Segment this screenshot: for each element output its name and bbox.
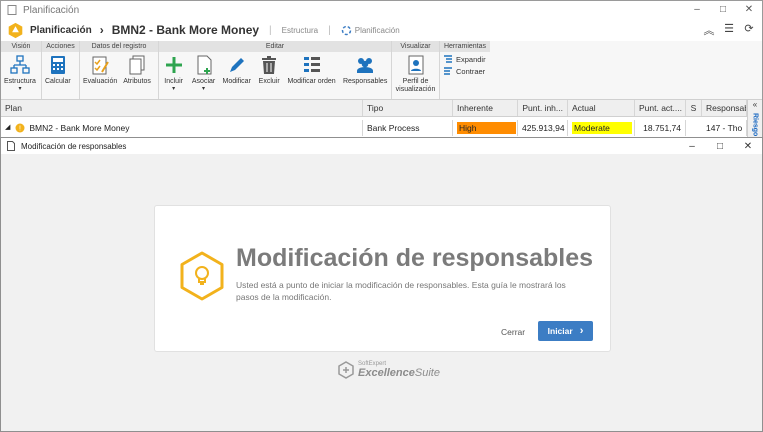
collapse-up-icon[interactable]: ︽ (702, 22, 716, 38)
softexpert-logo-icon (338, 361, 354, 379)
planning-link-icon (341, 25, 351, 35)
app-icon (7, 5, 17, 15)
col-punt-act[interactable]: Punt. act.... (635, 100, 686, 116)
close-window-button[interactable]: ✕ (736, 1, 762, 19)
risk-badge-moderate: Moderate (572, 122, 632, 134)
estructura-button[interactable]: Estructura ▾ (1, 54, 39, 92)
window-titlebar: Planificación – □ ✕ (1, 1, 762, 19)
grid-header: Plan Tipo Inherente Punt. inh... Actual … (1, 100, 747, 117)
cell-tipo: Bank Process (363, 120, 453, 136)
col-responsable[interactable]: Responsab (702, 100, 747, 116)
col-s[interactable]: S (686, 100, 702, 116)
side-panel-label: Riesgo (751, 113, 759, 137)
calculator-icon (50, 56, 65, 74)
link-planificacion[interactable]: Planificación (355, 26, 400, 35)
cell-responsable: 147 - Tho (702, 120, 747, 136)
reorder-icon (303, 57, 320, 72)
expandir-button[interactable]: Expandir (443, 54, 487, 64)
ribbon-group-herramientas: Herramientas Expandir Contraer (440, 41, 490, 99)
col-punt-inh[interactable]: Punt. inh... (518, 100, 568, 116)
plan-name: BMN2 - Bank More Money (29, 123, 130, 133)
col-tipo[interactable]: Tipo (363, 100, 453, 116)
contraer-button[interactable]: Contraer (443, 66, 487, 76)
wizard-title: Modificación de responsables (236, 244, 594, 272)
iniciar-button[interactable]: Iniciar › (538, 321, 593, 341)
window-title: Planificación (23, 4, 80, 16)
ribbon-toolbar: Visión Estructura ▾ Acciones Calcular Da… (1, 41, 762, 100)
document-icon (7, 141, 15, 151)
chevron-right-icon: › (579, 325, 584, 337)
responsables-button[interactable]: Responsables (340, 54, 390, 86)
perfil-visualizacion-button[interactable]: Perfil de visualización (391, 54, 441, 94)
modificar-button[interactable]: Modificar (220, 54, 254, 86)
col-inherente[interactable]: Inherente (453, 100, 518, 116)
asociar-button[interactable]: Asociar ▾ (189, 54, 218, 92)
maximize-button[interactable]: □ (710, 1, 736, 19)
refresh-icon[interactable]: ⟳ (742, 22, 756, 38)
side-panel-collapse-icon[interactable]: « (748, 100, 762, 109)
softexpert-logo: SoftExpert ExcellenceSuite (337, 361, 440, 379)
record-title: BMN2 - Bank More Money (111, 23, 260, 37)
header-bar: Planificación › BMN2 - Bank More Money |… (1, 19, 762, 41)
link-estructura[interactable]: Estructura (282, 26, 318, 35)
tree-expand-icon[interactable]: ◢ (5, 120, 10, 136)
side-panel-tab[interactable]: « Riesgo (747, 100, 762, 140)
trash-icon (262, 56, 277, 74)
ribbon-group-visualizar: Visualizar Perfil de visualización (392, 41, 440, 99)
atributos-button[interactable]: Atributos (120, 54, 154, 86)
modal-maximize-button[interactable]: □ (706, 141, 734, 152)
excluir-button[interactable]: Excluir (255, 54, 283, 86)
svg-text:!: ! (19, 126, 21, 133)
planning-hex-icon (8, 22, 23, 38)
brand-suffix: Suite (414, 367, 440, 379)
modal-title: Modificación de responsables (21, 141, 127, 151)
ribbon-group-vision: Visión Estructura ▾ (1, 41, 42, 99)
wizard-card: Modificación de responsables Usted está … (154, 205, 611, 352)
attributes-icon (129, 55, 145, 75)
ribbon-group-acciones: Acciones Calcular (42, 41, 80, 99)
ribbon-group-datos: Datos del registro Evaluación Atributos (80, 41, 159, 99)
incluir-button[interactable]: Incluir ▾ (160, 54, 188, 92)
ribbon-group-editar: Editar Incluir ▾ Asociar ▾ Modificar Exc… (159, 41, 392, 99)
wizard-description: Usted está a punto de iniciar la modific… (236, 280, 566, 302)
modal-close-button[interactable]: ✕ (734, 141, 762, 152)
app-name: Planificación (30, 24, 92, 36)
calcular-button[interactable]: Calcular (42, 54, 74, 86)
risk-badge-high: High (457, 122, 516, 134)
breadcrumb-separator: › (99, 23, 104, 37)
lightbulb-hex-icon (180, 251, 224, 301)
evaluation-icon (92, 56, 109, 75)
add-icon (165, 57, 182, 73)
users-icon (357, 58, 374, 73)
col-plan[interactable]: Plan (1, 100, 363, 116)
expand-icon (444, 55, 452, 63)
modal-titlebar: Modificación de responsables – □ ✕ (1, 138, 762, 154)
pencil-icon (229, 58, 244, 72)
table-row[interactable]: ◢ ! BMN2 - Bank More Money Bank Process … (1, 118, 747, 138)
modificar-orden-button[interactable]: Modificar orden (284, 54, 338, 86)
view-profile-icon (408, 55, 423, 75)
modal-minimize-button[interactable]: – (678, 141, 706, 152)
col-actual[interactable]: Actual (568, 100, 635, 116)
minimize-button[interactable]: – (684, 1, 710, 19)
cell-punt-inh: 425.913,94 (518, 120, 568, 136)
menu-icon[interactable]: ☰ (722, 22, 736, 38)
modal-window: Modificación de responsables – □ ✕ Modif… (0, 137, 763, 432)
structure-icon (10, 55, 30, 74)
brand-big: Excellence (358, 367, 415, 379)
collapse-icon (444, 67, 452, 75)
associate-icon (197, 55, 212, 75)
plan-status-icon: ! (15, 123, 25, 133)
cerrar-button[interactable]: Cerrar (501, 327, 525, 337)
evaluacion-button[interactable]: Evaluación (80, 54, 120, 86)
cell-punt-act: 18.751,74 (635, 120, 686, 136)
